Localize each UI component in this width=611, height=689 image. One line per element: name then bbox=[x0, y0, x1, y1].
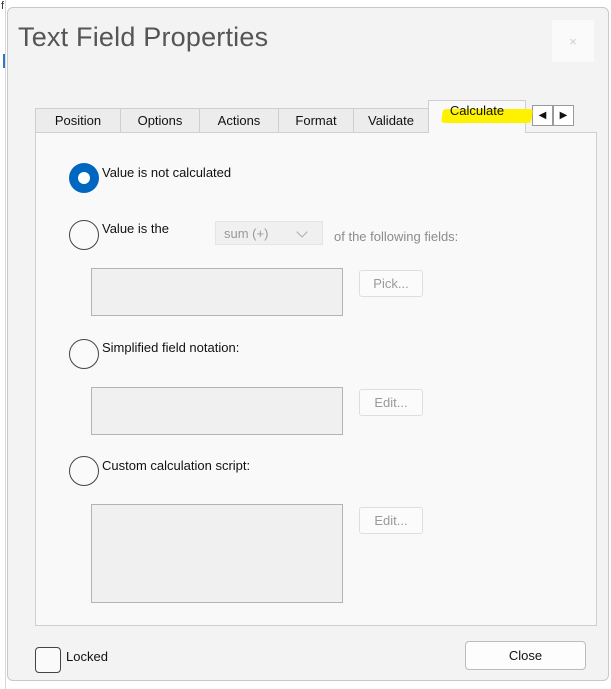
tab-options[interactable]: Options bbox=[120, 108, 200, 132]
dialog-title: Text Field Properties bbox=[18, 22, 269, 52]
tab-label: Format bbox=[295, 113, 337, 128]
simplified-edit-button[interactable]: Edit... bbox=[359, 389, 423, 416]
following-fields-label: of the following fields: bbox=[334, 229, 459, 244]
radio-simplified-notation[interactable] bbox=[69, 339, 99, 369]
scroll-right-icon[interactable]: ▶ bbox=[553, 105, 574, 126]
tab-label: Position bbox=[54, 113, 102, 128]
scroll-left-icon[interactable]: ◀ bbox=[532, 105, 553, 126]
tab-label: Validate bbox=[367, 113, 414, 128]
simplified-notation-box[interactable] bbox=[91, 387, 343, 435]
tab-actions[interactable]: Actions bbox=[199, 108, 279, 132]
tab-calculate[interactable]: Calculate bbox=[428, 100, 533, 133]
custom-edit-button[interactable]: Edit... bbox=[359, 507, 423, 534]
radio-value-is-the[interactable] bbox=[69, 220, 99, 250]
custom-script-box[interactable] bbox=[91, 504, 343, 603]
label-custom-script: Custom calculation script: bbox=[102, 458, 251, 473]
close-icon[interactable]: × bbox=[552, 20, 594, 62]
tab-format[interactable]: Format bbox=[278, 108, 354, 132]
operation-value: sum (+) bbox=[224, 226, 269, 241]
background-edge-divider bbox=[5, 0, 6, 689]
tab-position[interactable]: Position bbox=[35, 108, 121, 132]
radio-not-calculated[interactable] bbox=[69, 163, 99, 193]
pick-button[interactable]: Pick... bbox=[359, 270, 423, 297]
locked-label: Locked bbox=[66, 649, 108, 664]
chevron-down-icon bbox=[296, 226, 308, 238]
radio-custom-script[interactable] bbox=[69, 456, 99, 486]
tab-validate[interactable]: Validate bbox=[353, 108, 429, 132]
locked-checkbox[interactable] bbox=[35, 647, 61, 673]
close-button[interactable]: Close bbox=[465, 641, 586, 670]
label-value-is-the: Value is the bbox=[102, 221, 169, 236]
background-text: f bbox=[1, 0, 5, 12]
label-simplified-notation: Simplified field notation: bbox=[102, 340, 240, 355]
label-not-calculated: Value is not calculated bbox=[102, 165, 232, 180]
tab-label: Options bbox=[137, 113, 183, 128]
tab-label: Actions bbox=[217, 113, 261, 128]
operation-dropdown[interactable]: sum (+) bbox=[215, 221, 323, 245]
tab-label: Calculate bbox=[449, 102, 505, 118]
fields-list-box[interactable] bbox=[91, 268, 343, 316]
